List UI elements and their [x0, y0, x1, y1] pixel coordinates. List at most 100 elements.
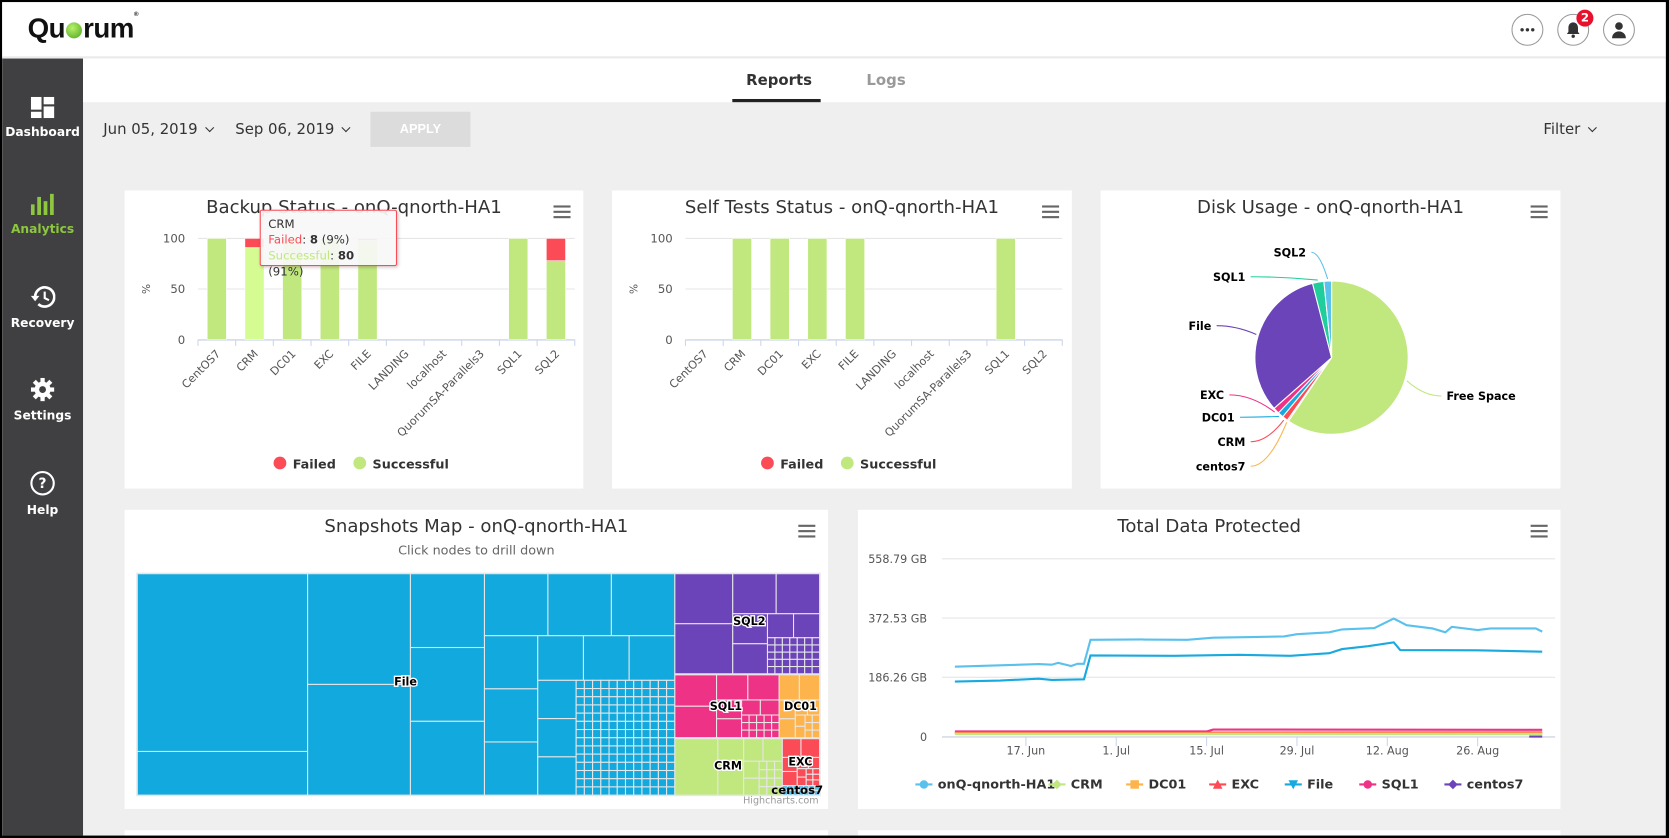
treemap-cell[interactable] [793, 613, 821, 639]
treemap-cell[interactable] [633, 728, 643, 739]
treemap-cell[interactable] [616, 679, 627, 690]
treemap-cell[interactable] [789, 651, 798, 660]
treemap-cell[interactable] [657, 728, 668, 739]
treemap-cell[interactable] [624, 737, 635, 747]
treemap-cell[interactable] [592, 688, 602, 698]
treemap-cell[interactable] [483, 688, 539, 743]
treemap-cell[interactable] [592, 712, 602, 722]
treemap-cell[interactable] [633, 745, 643, 755]
more-button[interactable] [1511, 13, 1544, 46]
treemap-cell[interactable] [657, 745, 668, 755]
treemap-cell[interactable] [649, 728, 659, 739]
treemap-cell[interactable] [575, 728, 585, 739]
treemap-cell[interactable] [583, 769, 594, 780]
treemap-cell[interactable] [763, 722, 773, 731]
sidebar-item-recovery[interactable]: Recovery [2, 285, 83, 330]
treemap-cell[interactable] [575, 769, 585, 780]
start-date-picker[interactable]: Jun 05, 2019 [103, 121, 214, 138]
bar-successful[interactable] [732, 238, 752, 340]
treemap-cell[interactable] [774, 651, 783, 660]
treemap-cell[interactable] [633, 688, 643, 698]
treemap-cell[interactable] [766, 644, 776, 653]
treemap-cell[interactable] [592, 745, 602, 755]
treemap-cell[interactable] [804, 637, 813, 646]
treemap-cell[interactable] [592, 778, 602, 788]
treemap-cell[interactable] [583, 696, 594, 706]
treemap-cell[interactable] [592, 704, 602, 714]
treemap-cell[interactable] [716, 674, 749, 701]
legend-item[interactable]: CRM [1071, 778, 1103, 793]
treemap-cell[interactable] [592, 761, 602, 772]
treemap-cell[interactable] [666, 769, 676, 780]
treemap-cell[interactable] [774, 637, 783, 646]
treemap-cell[interactable] [633, 769, 643, 780]
treemap-cell[interactable] [811, 644, 821, 653]
treemap-cell[interactable] [624, 728, 635, 739]
treemap-cell[interactable] [616, 737, 627, 747]
treemap-cell[interactable] [649, 720, 659, 731]
treemap-cell[interactable] [641, 786, 651, 796]
bar-successful[interactable] [546, 260, 566, 340]
treemap-cell[interactable] [608, 761, 618, 772]
treemap-cell[interactable] [804, 644, 813, 653]
treemap-cell[interactable] [307, 683, 411, 796]
filter-dropdown[interactable]: Filter [1543, 121, 1597, 138]
treemap-cell[interactable] [778, 674, 800, 701]
treemap-cell[interactable] [633, 696, 643, 706]
treemap-cell[interactable] [762, 738, 783, 762]
treemap-cell[interactable] [575, 679, 585, 690]
treemap-cell[interactable] [796, 644, 806, 653]
treemap-cell[interactable] [616, 778, 627, 788]
treemap-cell[interactable] [666, 778, 676, 788]
treemap-cell[interactable] [575, 688, 585, 698]
treemap-cell[interactable] [747, 674, 780, 701]
treemap-cell[interactable] [649, 761, 659, 772]
treemap-cell[interactable] [616, 696, 627, 706]
treemap-cell[interactable] [649, 778, 659, 788]
treemap-cell[interactable] [781, 666, 791, 675]
treemap-cell[interactable] [796, 666, 806, 675]
treemap-cell[interactable] [616, 745, 627, 755]
treemap-cell[interactable] [616, 704, 627, 714]
treemap-cell[interactable] [600, 778, 610, 788]
treemap-cell[interactable] [641, 778, 651, 788]
treemap-cell[interactable] [641, 712, 651, 722]
treemap-cell[interactable] [600, 696, 610, 706]
treemap-cell[interactable] [766, 666, 776, 675]
treemap-cell[interactable] [657, 737, 668, 747]
treemap-cell[interactable] [624, 769, 635, 780]
treemap-cell[interactable] [624, 745, 635, 755]
treemap-cell[interactable] [812, 773, 821, 781]
treemap-cell[interactable] [592, 737, 602, 747]
treemap-cell[interactable] [649, 696, 659, 706]
treemap-cell[interactable] [774, 760, 783, 771]
treemap-cell[interactable] [583, 712, 594, 722]
treemap-cell[interactable] [649, 745, 659, 755]
treemap-cell[interactable] [633, 778, 643, 788]
treemap-cell[interactable] [741, 729, 750, 739]
treemap-cell[interactable] [608, 769, 618, 780]
treemap-cell[interactable] [743, 777, 760, 796]
treemap-cell[interactable] [608, 745, 618, 755]
treemap-cell[interactable] [483, 635, 539, 690]
tab-reports[interactable]: Reports [746, 72, 812, 89]
treemap-cell[interactable] [804, 722, 813, 731]
bar-successful[interactable] [508, 238, 529, 340]
treemap-cell[interactable] [657, 696, 668, 706]
treemap-cell[interactable] [600, 753, 610, 763]
legend-item[interactable]: File [1307, 778, 1333, 793]
treemap-cell[interactable] [657, 753, 668, 763]
treemap-cell[interactable] [575, 737, 585, 747]
treemap-cell[interactable] [674, 573, 734, 625]
treemap-cell[interactable] [624, 778, 635, 788]
treemap-cell[interactable] [592, 753, 602, 763]
bar-successful[interactable] [845, 238, 865, 340]
treemap-cell[interactable] [649, 679, 659, 690]
treemap-cell[interactable] [811, 666, 821, 675]
treemap-cell[interactable] [804, 666, 813, 675]
treemap-cell[interactable] [633, 679, 643, 690]
apply-button[interactable]: APPLY [370, 111, 471, 147]
legend-item[interactable]: Failed [293, 457, 336, 472]
treemap-cell[interactable] [781, 658, 791, 668]
treemap-cell[interactable] [616, 712, 627, 722]
